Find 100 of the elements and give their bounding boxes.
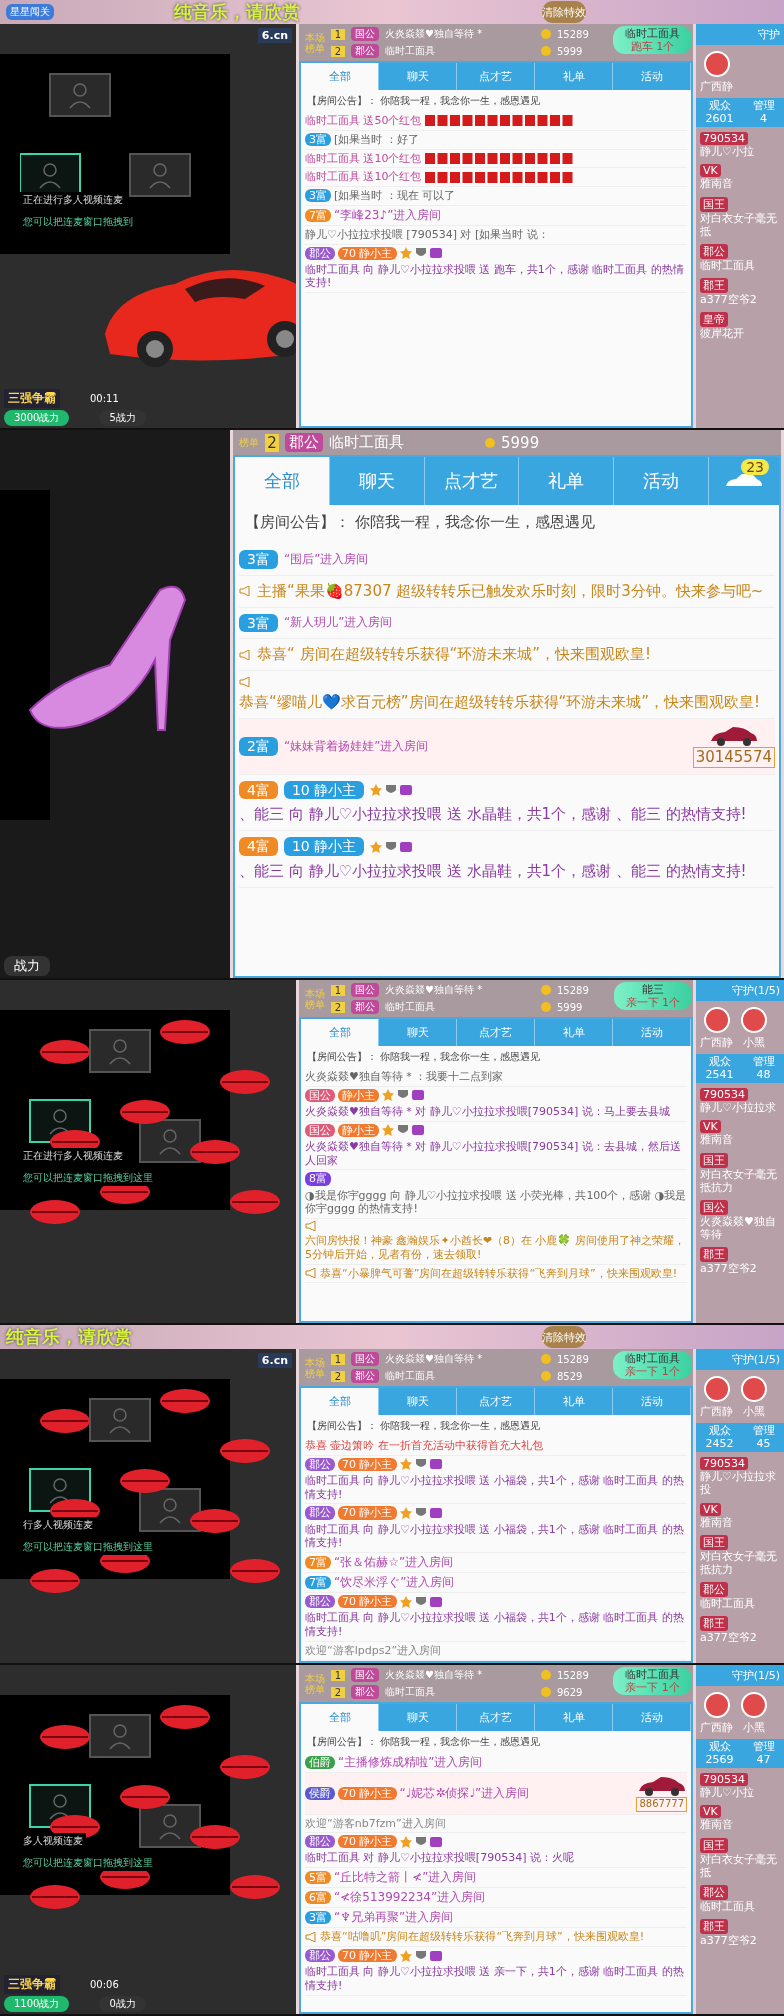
- user-name: 火炎焱燚♥独自等待 *: [385, 983, 484, 997]
- user-name[interactable]: a377空爷2: [700, 293, 780, 307]
- video-hint-text: 您可以把连麦窗口拖拽到这里: [20, 1170, 156, 1186]
- viewer-count: 2452: [705, 1437, 734, 1451]
- chat-tab[interactable]: 全部: [301, 1388, 379, 1415]
- megaphone-icon: [305, 1932, 317, 1943]
- user-name[interactable]: a377空爷2: [700, 1262, 780, 1276]
- video-hint-text: 您可以把连麦窗口拖拽到: [20, 214, 136, 230]
- rank-badge: 7富: [305, 208, 331, 222]
- user-name[interactable]: 彼岸花开: [700, 327, 780, 341]
- envelope-icon: [474, 152, 485, 164]
- chat-tab[interactable]: 全部: [301, 1704, 379, 1731]
- chat-tab[interactable]: 全部: [301, 63, 379, 90]
- guard-name: 小黑: [743, 1035, 765, 1050]
- envelope-icon: [499, 115, 510, 127]
- guard-header: 守护(1/5): [696, 1665, 784, 1686]
- user-name[interactable]: 火炎焱燚♥独自等待: [700, 1215, 780, 1242]
- message-text: 火炎焱燚♥独自等待 * 对 静儿♡小拉拉求投喂[790534] 说：马上要去县城: [305, 1104, 670, 1119]
- guard-name: 广西静: [700, 79, 733, 94]
- user-name[interactable]: 临时工面具: [700, 1597, 780, 1611]
- user-badge: 790534: [700, 1457, 748, 1471]
- badge-icons: [382, 1089, 426, 1102]
- clear-effects-button[interactable]: 清除特效: [542, 1, 586, 23]
- rank-badge: 国公: [351, 1668, 379, 1682]
- user-name[interactable]: 静儿♡小拉拉求投: [700, 1470, 780, 1497]
- user-name[interactable]: 对白衣女子毫无抵抗力: [700, 1549, 780, 1577]
- user-name[interactable]: 雅南音: [700, 1515, 780, 1529]
- stage-badge: 星星闯关: [6, 4, 54, 20]
- badge-icons: [399, 1949, 444, 1962]
- avatar-icon: [703, 51, 730, 77]
- coin-amount: 5999: [557, 1001, 583, 1013]
- user-name[interactable]: 静儿♡小拉: [700, 145, 780, 159]
- megaphone-icon: [305, 1268, 317, 1279]
- car-tab[interactable]: 23: [709, 457, 779, 505]
- envelope-icon: [487, 152, 497, 164]
- message-text: 临时工面具 对 静儿♡小拉拉求投喂[790534] 说：火呢: [305, 1851, 574, 1866]
- envelope-icon: [524, 152, 535, 164]
- user-badge: 790534: [700, 1088, 748, 1102]
- rank-badge: 70 静小主: [338, 1835, 397, 1849]
- user-name[interactable]: a377空爷2: [700, 1934, 780, 1948]
- user-name[interactable]: 雅南音: [700, 1818, 780, 1832]
- envelope-icon: [487, 171, 497, 183]
- message-text: “♆兄弟再聚”进入房间: [334, 1910, 454, 1926]
- user-name[interactable]: 对白衣女子毫无抵: [700, 1852, 780, 1880]
- power-bar: 5战力: [99, 410, 146, 426]
- envelope-icon: [487, 115, 497, 127]
- viewer-count: 2569: [705, 1753, 734, 1767]
- user-name[interactable]: 静儿♡小拉拉求: [700, 1101, 780, 1115]
- guard-header: 守护(1/5): [696, 980, 784, 1001]
- user-badge: 790534: [700, 132, 748, 146]
- rank-number: 2: [331, 1001, 345, 1013]
- power-bar: 0战力: [99, 1996, 146, 2012]
- envelope-icon: [424, 152, 435, 164]
- user-name: 火炎焱燚♥独自等待 *: [385, 27, 484, 41]
- rank-badge: 郡公: [351, 1000, 379, 1014]
- site-logo: 6.cn: [257, 1353, 292, 1368]
- envelope-icon: [524, 115, 535, 127]
- stat-label: 观众: [708, 1056, 731, 1069]
- ranking-label: 本场榜单: [305, 987, 325, 1010]
- message-text: 主播“果果🍓87307 超级转转乐已触发欢乐时刻，限时3分钟。快来参与吧~: [257, 581, 764, 601]
- rank-badge: 郡公: [351, 1685, 379, 1699]
- clear-effects-button[interactable]: 清除特效: [542, 1326, 586, 1348]
- admin-count: 47: [756, 1753, 771, 1767]
- admin-count: 48: [756, 1068, 771, 1082]
- user-badge: 国王: [700, 1152, 728, 1168]
- message-text: “♩妮芯✲侦探♩”进入房间: [399, 1785, 530, 1801]
- message-text: 六间房快报！神豪 鑫瀚娱乐✦小酋长❤（8）在 小鹿🍀 房间使用了神之荣耀，5分钟后开始，见者有份，速去领取!: [305, 1234, 686, 1262]
- rank-badge: 4富: [239, 837, 278, 856]
- rank-badge: 静小主: [338, 1123, 379, 1137]
- user-name[interactable]: 雅南音: [700, 1133, 780, 1147]
- chat-tab[interactable]: 全部: [235, 457, 330, 505]
- viewer-count: 2601: [705, 112, 734, 126]
- user-name[interactable]: a377空爷2: [700, 1631, 780, 1645]
- user-name[interactable]: 临时工面具: [700, 259, 780, 273]
- user-name: 临时工面具: [385, 1369, 436, 1383]
- user-name[interactable]: 临时工面具: [700, 1900, 780, 1914]
- rank-badge: 2富: [239, 736, 278, 756]
- rank-badge: 侯爵: [305, 1786, 335, 1800]
- coin-amount: 15289: [557, 28, 589, 40]
- envelope-icon: [449, 152, 460, 164]
- coin-amount: 15289: [557, 1353, 589, 1365]
- user-name[interactable]: 雅南音: [700, 177, 780, 191]
- chat-tab[interactable]: 全部: [301, 1019, 379, 1046]
- user-name[interactable]: 对白衣女子毫无抵抗力: [700, 1167, 780, 1195]
- video-status-text: 正在进行多人视频连麦: [20, 1148, 126, 1164]
- rank-badge: 郡公: [305, 1457, 335, 1471]
- rank-badge: 国公: [351, 27, 379, 41]
- user-name[interactable]: 对白衣女子毫无抵: [700, 211, 780, 239]
- user-name[interactable]: 静儿♡小拉: [700, 1786, 780, 1800]
- car-number: 8867777: [636, 1797, 687, 1812]
- badge-icons: [370, 840, 415, 853]
- video-hint-text: 您可以把连麦窗口拖拽到这里: [20, 1855, 156, 1871]
- guard-name: 广西静: [700, 1404, 733, 1419]
- user-badge: 郡王: [700, 1919, 728, 1935]
- monitor-icon: [49, 73, 111, 117]
- user-name: 火炎焱燚♥独自等待 *: [385, 1668, 484, 1682]
- rank-badge: 伯爵: [305, 1755, 335, 1770]
- user-badge: VK: [700, 1120, 721, 1134]
- room-announcement: 【房间公告】： 你陪我一程，我念你一生，感恩遇见: [306, 1735, 542, 1749]
- power-bar: 3000战力: [4, 410, 70, 426]
